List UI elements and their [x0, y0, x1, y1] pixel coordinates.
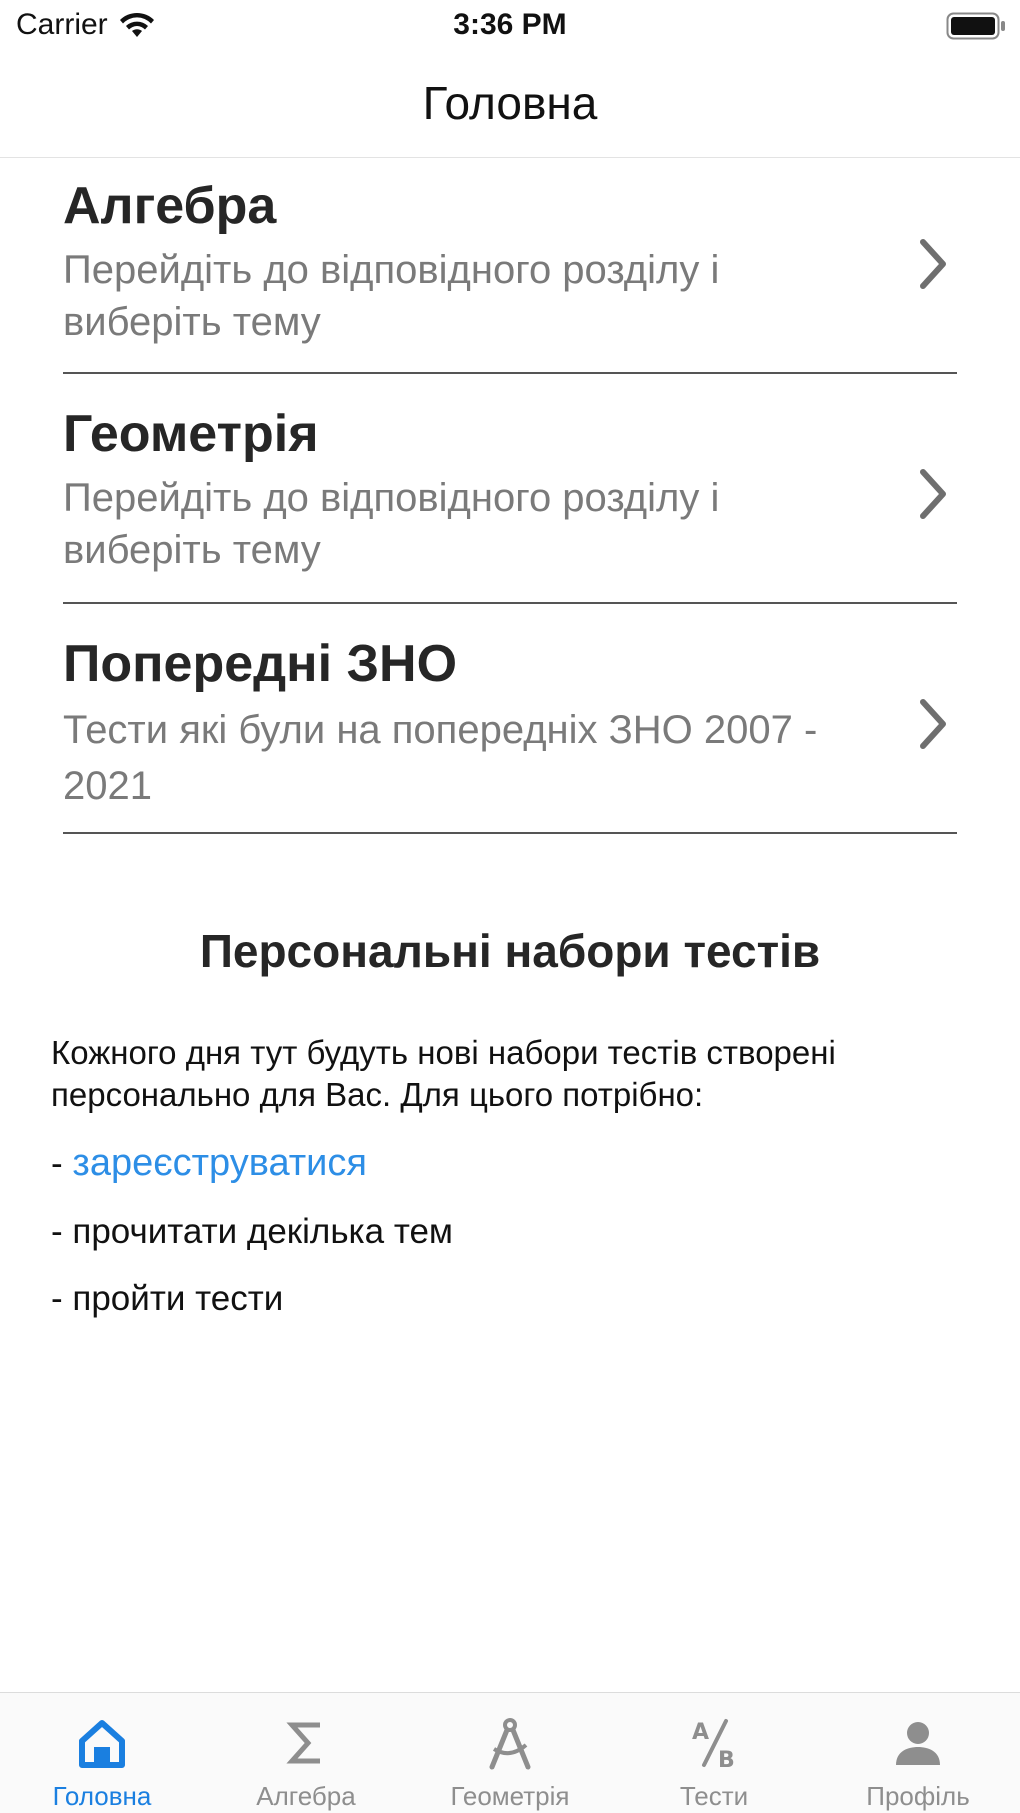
tab-tests[interactable]: A B Тести [612, 1693, 816, 1813]
menu-item-subtitle: Перейдіть до відповідного розділу і вибе… [63, 476, 720, 572]
chevron-right-icon [920, 239, 946, 289]
menu-item-title: Геометрія [63, 405, 319, 463]
menu-item-title: Попередні ЗНО [63, 635, 458, 693]
register-link[interactable]: зареєструватися [72, 1142, 367, 1184]
menu-item-previous-zno[interactable]: Попередні ЗНО Тести які були на попередн… [63, 604, 957, 834]
chevron-right-icon [920, 699, 946, 749]
app-screen: Carrier 3:36 PM Головна Алгебра Перейдіт… [0, 0, 1020, 1813]
tab-geometry[interactable]: Геометрія [408, 1693, 612, 1813]
sigma-icon [286, 1722, 320, 1764]
section-menu: Алгебра Перейдіть до відповідного розділ… [63, 158, 957, 834]
chevron-right-icon [920, 469, 946, 519]
home-icon [79, 1720, 125, 1768]
tab-label: Головна [52, 1781, 152, 1811]
step-take-tests: - пройти тести [51, 1279, 284, 1318]
battery-icon [946, 12, 1005, 40]
menu-item-subtitle: Тести які були на попередніх ЗНО 2007 - … [63, 708, 818, 808]
compass-icon [489, 1718, 531, 1770]
tab-label: Алгебра [256, 1781, 356, 1811]
menu-item-title: Алгебра [63, 177, 277, 235]
step-read-topics: - прочитати декілька тем [51, 1212, 453, 1251]
status-time: 3:36 PM [453, 8, 567, 41]
tab-profile[interactable]: Профіль [816, 1693, 1020, 1813]
person-icon [896, 1722, 940, 1765]
status-bar: Carrier 3:36 PM [0, 0, 1020, 52]
personal-tests-heading: Персональні набори тестів [199, 925, 821, 977]
tab-home[interactable]: Головна [0, 1693, 204, 1813]
menu-item-geometry[interactable]: Геометрія Перейдіть до відповідного розд… [63, 374, 957, 604]
tab-label: Геометрія [450, 1781, 570, 1811]
page-title: Головна [422, 77, 598, 129]
step-register: - зареєструватися [51, 1142, 367, 1185]
tab-label: Профіль [866, 1781, 970, 1811]
personal-tests-description: Кожного дня тут будуть нові набори тесті… [51, 1034, 836, 1113]
menu-item-subtitle: Перейдіть до відповідного розділу і вибе… [63, 248, 720, 344]
tab-algebra[interactable]: Алгебра [204, 1693, 408, 1813]
step-dash: - [51, 1144, 63, 1183]
tab-bar: Головна Алгебра Геометрія A B Тести Проф… [0, 1692, 1020, 1813]
ab-tests-icon: A B [692, 1719, 735, 1771]
svg-text:A: A [692, 1720, 709, 1745]
tab-label: Тести [679, 1781, 749, 1811]
svg-text:B: B [718, 1748, 735, 1771]
menu-item-algebra[interactable]: Алгебра Перейдіть до відповідного розділ… [63, 158, 957, 374]
navigation-bar: Головна [0, 52, 1020, 158]
